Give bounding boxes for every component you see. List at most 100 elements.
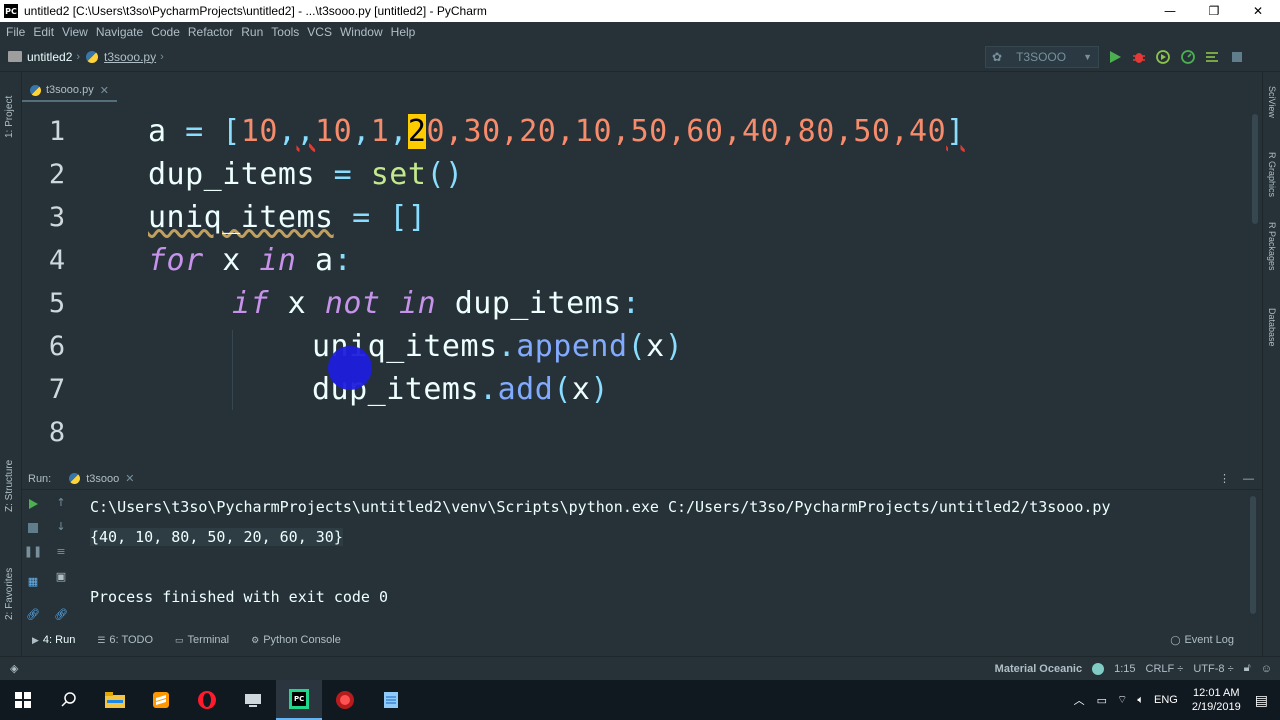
method-call: add — [497, 372, 554, 407]
wifi-icon[interactable]: ⌔ — [1117, 693, 1127, 707]
more-options-icon[interactable]: ⋮ — [1219, 472, 1230, 485]
language-indicator[interactable]: ENG — [1154, 694, 1178, 706]
print-icon[interactable]: ▣ — [51, 570, 71, 583]
minimize-button[interactable]: — — [1148, 0, 1192, 22]
tool-tab-run[interactable]: ▶ 4: Run — [32, 634, 75, 646]
recorder-app[interactable] — [322, 680, 368, 720]
file-explorer-app[interactable] — [92, 680, 138, 720]
profile-icon[interactable] — [1181, 50, 1195, 64]
database-tool-button[interactable]: Database — [1267, 308, 1277, 347]
windows-start-button[interactable] — [0, 680, 46, 720]
tool-tab-python-console[interactable]: ⚙ Python Console — [251, 634, 341, 646]
menu-code[interactable]: Code — [147, 25, 184, 39]
arrow-up-icon[interactable]: ↑ — [51, 496, 71, 509]
line-separator[interactable]: CRLF ÷ — [1146, 663, 1184, 675]
svg-text:PC: PC — [294, 695, 304, 703]
menu-run[interactable]: Run — [237, 25, 267, 39]
breadcrumb-project[interactable]: untitled2 — [27, 50, 72, 64]
notifications-icon[interactable]: ▤ — [1255, 692, 1268, 709]
rerun-icon[interactable] — [27, 498, 39, 510]
concurrency-diagram-icon[interactable] — [1205, 50, 1219, 64]
menu-refactor[interactable]: Refactor — [184, 25, 237, 39]
menu-view[interactable]: View — [58, 25, 92, 39]
menu-file[interactable]: File — [0, 25, 29, 39]
windows-taskbar: PC ︿ ▭ ⌔ 🔈︎ ENG 12:01 AM 2/19/2019 ▤ — [0, 680, 1280, 720]
arrow-down-icon[interactable]: ↓ — [51, 520, 71, 533]
tool-tab-terminal[interactable]: ▭ Terminal — [175, 634, 229, 646]
menu-tools[interactable]: Tools — [267, 25, 303, 39]
menu-help[interactable]: Help — [387, 25, 420, 39]
theme-name[interactable]: Material Oceanic — [995, 663, 1082, 675]
run-console-output[interactable]: C:\Users\t3so\PycharmProjects\untitled2\… — [80, 490, 1256, 630]
identifier: a — [296, 243, 334, 278]
network-app[interactable] — [230, 680, 276, 720]
hide-panel-icon[interactable]: — — [1243, 473, 1254, 485]
close-button[interactable]: ✕ — [1236, 0, 1280, 22]
restore-layout-icon[interactable]: ▦ — [23, 575, 43, 588]
restore-button[interactable]: ❐ — [1192, 0, 1236, 22]
link-icon[interactable]: 🔗︎ — [51, 608, 71, 621]
run-tab-t3sooo[interactable]: t3sooo ✕ — [69, 472, 135, 485]
run-configuration-select[interactable]: ✿ T3SOOO ▼ — [985, 46, 1099, 68]
lock-icon[interactable]: 🔓︎ — [1244, 662, 1251, 675]
run-configuration-name: T3SOOO — [1016, 50, 1067, 64]
extra-comma-error: , — [296, 114, 316, 149]
favorites-tool-button[interactable]: 2: Favorites — [4, 568, 15, 620]
menu-vcs[interactable]: VCS — [303, 25, 336, 39]
breadcrumb-file[interactable]: t3sooo.py — [104, 50, 156, 64]
tool-tab-todo[interactable]: ☰ 6: TODO — [97, 634, 153, 646]
console-scrollbar[interactable] — [1250, 496, 1256, 614]
editor-scrollbar[interactable] — [1252, 114, 1258, 224]
file-encoding[interactable]: UTF-8 ÷ — [1193, 663, 1233, 675]
tool-tab-python-console-label: Python Console — [263, 634, 341, 646]
close-tab-icon[interactable]: ✕ — [100, 84, 109, 97]
debug-icon[interactable] — [1132, 50, 1146, 64]
battery-icon[interactable]: ▭ — [1097, 694, 1107, 707]
show-hidden-icons-icon[interactable]: ︿ — [1074, 692, 1085, 708]
code-line-1: a = [10,,10,1,20,30,20,10,50,60,40,80,50… — [148, 114, 965, 149]
pycharm-app[interactable]: PC — [276, 680, 322, 720]
volume-icon[interactable]: 🔈︎ — [1137, 694, 1144, 707]
tool-tab-event-log[interactable]: ◯ Event Log — [1170, 634, 1234, 646]
stop-icon[interactable] — [1230, 50, 1244, 64]
r-graphics-tool-button[interactable]: R Graphics — [1267, 152, 1277, 197]
structure-tool-button[interactable]: Z: Structure — [4, 460, 15, 512]
caret-highlight: 2 — [407, 114, 427, 149]
inspector-icon[interactable]: ☺ — [1261, 663, 1272, 675]
r-packages-tool-button[interactable]: R Packages — [1267, 222, 1277, 271]
menu-window[interactable]: Window — [336, 25, 387, 39]
soft-wrap-icon[interactable]: ≡ — [51, 545, 71, 558]
run-icon[interactable] — [1108, 50, 1122, 64]
identifier: x — [571, 372, 591, 407]
file-explorer-icon — [105, 692, 125, 708]
project-tool-button[interactable]: 1: Project — [4, 96, 15, 138]
clock[interactable]: 12:01 AM 2/19/2019 — [1192, 686, 1241, 714]
sciview-tool-button[interactable]: SciView — [1267, 86, 1277, 118]
menu-navigate[interactable]: Navigate — [92, 25, 147, 39]
stop-icon[interactable] — [28, 523, 38, 533]
sublime-text-app[interactable] — [138, 680, 184, 720]
number-list-rest: ,30,20,10,50,60,40,80,50,40 — [445, 114, 947, 149]
keyword: for — [148, 243, 204, 278]
tool-tab-terminal-label: Terminal — [187, 634, 230, 646]
menu-bar: File Edit View Navigate Code Refactor Ru… — [0, 22, 1280, 42]
caret-position[interactable]: 1:15 — [1114, 663, 1135, 675]
tool-windows-toggle-icon[interactable]: ◈ — [10, 662, 18, 675]
clock-time: 12:01 AM — [1193, 687, 1240, 699]
opera-icon — [198, 691, 216, 709]
paren: ( — [627, 329, 647, 364]
pause-icon[interactable]: ❚❚ — [23, 545, 43, 558]
search-button[interactable] — [46, 680, 92, 720]
editor-tab-t3sooo[interactable]: t3sooo.py ✕ — [22, 80, 117, 102]
pin-icon[interactable]: 🔗︎ — [23, 608, 43, 621]
menu-edit[interactable]: Edit — [29, 25, 58, 39]
opera-app[interactable] — [184, 680, 230, 720]
identifier: a — [148, 114, 167, 149]
status-bar-right: Material Oceanic 1:15 CRLF ÷ UTF-8 ÷ 🔓︎ … — [995, 662, 1272, 675]
line-number: 3 — [48, 202, 66, 233]
code-editor[interactable]: 1 2 3 4 5 6 7 8 a = [10,,10,1,20,30,20,1… — [22, 110, 1262, 450]
close-tab-icon[interactable]: ✕ — [125, 472, 134, 485]
notepad-app[interactable] — [368, 680, 414, 720]
run-with-coverage-icon[interactable] — [1156, 50, 1170, 64]
colon: : — [621, 286, 641, 321]
